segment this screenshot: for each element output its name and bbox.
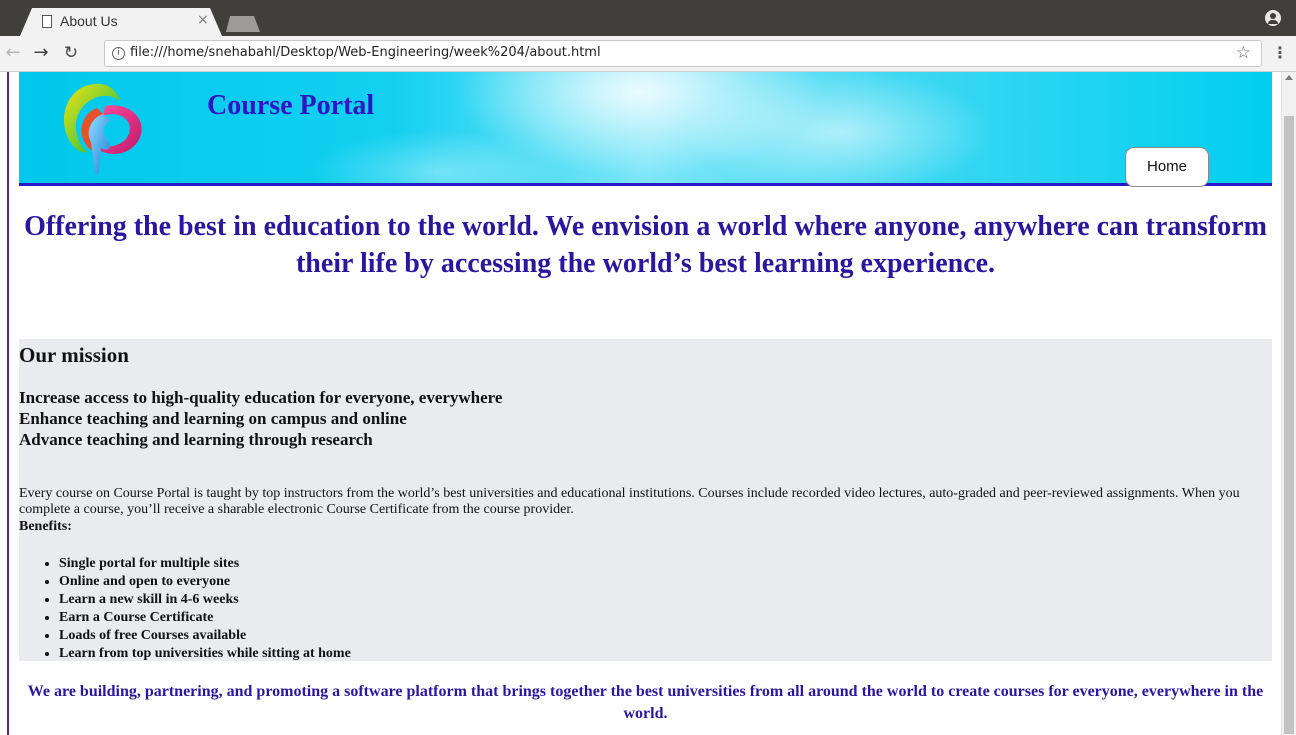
browser-tab[interactable]: About Us × bbox=[20, 8, 222, 36]
benefit-item: Learn a new skill in 4-6 weeks bbox=[59, 591, 351, 609]
url-text[interactable]: file:///home/snehabahl/Desktop/Web-Engin… bbox=[130, 45, 601, 60]
menu-dots-icon[interactable]: ⋮ bbox=[1272, 42, 1288, 64]
mission-goals-list: Increase access to high-quality educatio… bbox=[19, 387, 502, 450]
browser-tab-bar: About Us × bbox=[0, 0, 1296, 36]
tagline-heading: Offering the best in education to the wo… bbox=[24, 211, 1267, 279]
vertical-scrollbar[interactable] bbox=[1281, 72, 1296, 735]
mission-description: Every course on Course Portal is taught … bbox=[19, 486, 1240, 517]
benefits-list: Single portal for multiple sites Online … bbox=[19, 555, 351, 663]
benefits-label: Benefits: bbox=[19, 519, 72, 534]
reload-icon[interactable]: ↻ bbox=[60, 42, 82, 64]
mission-goal: Enhance teaching and learning on campus … bbox=[19, 409, 407, 428]
tab-close-icon[interactable]: × bbox=[197, 12, 209, 28]
site-title: Course Portal bbox=[207, 90, 375, 121]
home-nav-button[interactable]: Home bbox=[1125, 147, 1209, 187]
tab-title: About Us bbox=[60, 13, 118, 29]
page-viewport: Course Portal Home Offering the best in … bbox=[0, 72, 1281, 735]
browser-toolbar: ← → ↻ i file:///home/snehabahl/Desktop/W… bbox=[0, 36, 1296, 72]
mission-section: Our mission Increase access to high-qual… bbox=[19, 339, 1272, 661]
new-tab-button[interactable] bbox=[226, 16, 260, 32]
benefit-item: Online and open to everyone bbox=[59, 573, 351, 591]
scrollbar-thumb[interactable] bbox=[1284, 116, 1294, 734]
course-portal-logo bbox=[64, 83, 142, 175]
bookmark-star-icon[interactable]: ☆ bbox=[1236, 43, 1251, 63]
mission-heading: Our mission bbox=[19, 343, 129, 367]
profile-icon[interactable] bbox=[1265, 10, 1281, 26]
info-icon[interactable]: i bbox=[112, 47, 125, 60]
benefit-item: Single portal for multiple sites bbox=[59, 555, 351, 573]
benefit-item: Earn a Course Certificate bbox=[59, 609, 351, 627]
page-icon bbox=[42, 15, 52, 28]
scroll-up-arrow-icon[interactable] bbox=[1285, 75, 1293, 80]
benefit-item: Loads of free Courses available bbox=[59, 627, 351, 645]
mission-goal: Advance teaching and learning through re… bbox=[19, 430, 373, 449]
mission-goal: Increase access to high-quality educatio… bbox=[19, 388, 503, 407]
footer-statement: We are building, partnering, and promoti… bbox=[27, 683, 1264, 722]
window-edge bbox=[7, 72, 9, 735]
address-bar[interactable]: i file:///home/snehabahl/Desktop/Web-Eng… bbox=[104, 40, 1262, 67]
back-arrow-icon[interactable]: ← bbox=[2, 42, 24, 64]
benefit-item: Learn from top universities while sittin… bbox=[59, 645, 351, 663]
forward-arrow-icon[interactable]: → bbox=[30, 42, 52, 64]
header-banner: Course Portal Home bbox=[19, 72, 1272, 187]
